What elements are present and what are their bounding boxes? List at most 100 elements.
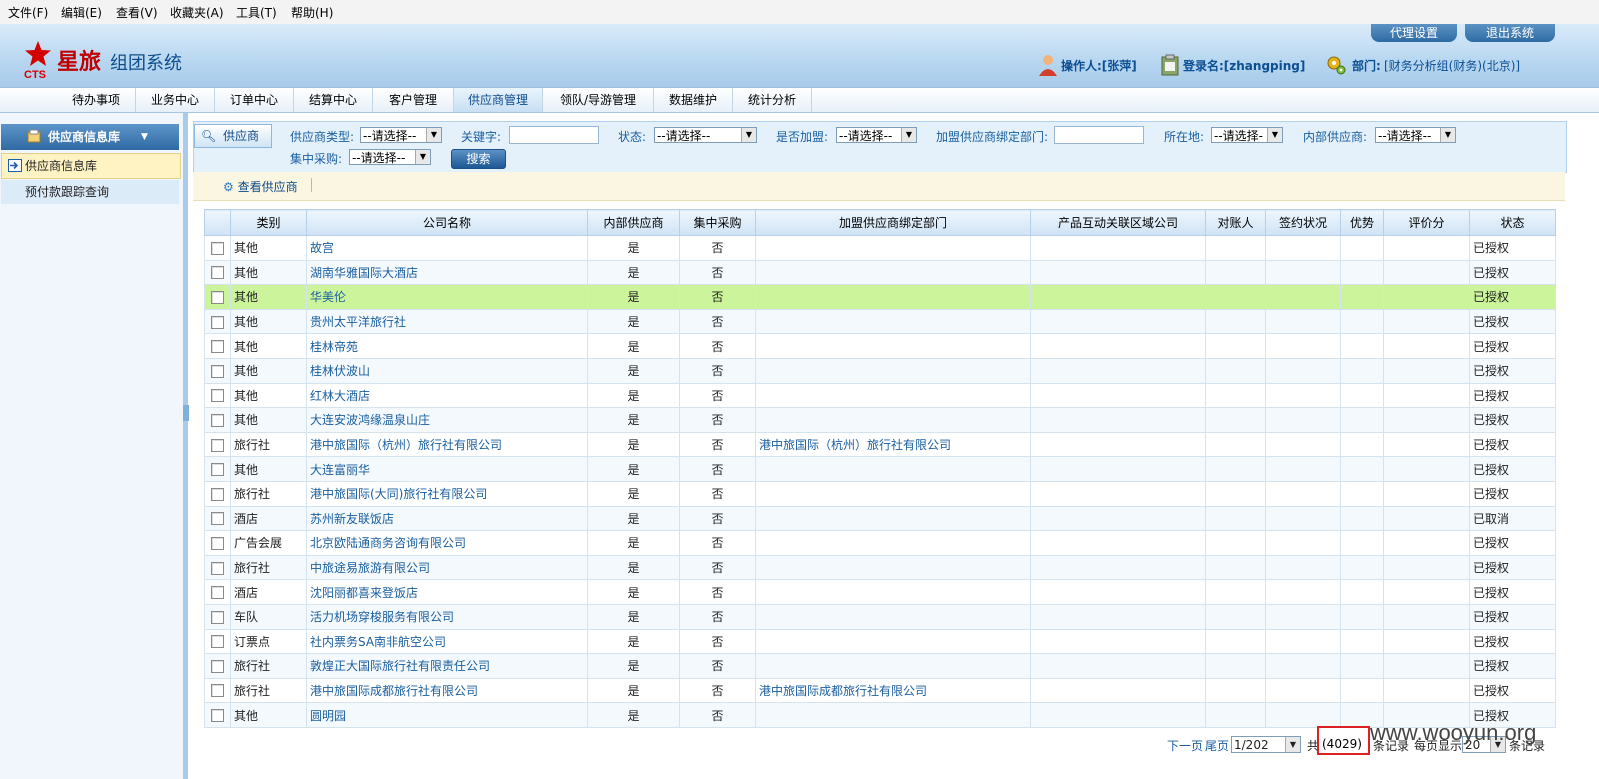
row-checkbox[interactable] [211,364,224,378]
table-row[interactable]: 其他 大连安波鸿缘温泉山庄是否 已授权 [204,407,1556,433]
keyword-input[interactable] [509,126,599,144]
tab-order-center[interactable]: 订单中心 [215,88,294,112]
cell-company-name[interactable]: 大连富丽华 [306,456,588,482]
header-contract-status[interactable]: 签约状况 [1265,209,1341,236]
row-checkbox[interactable] [211,536,224,550]
row-checkbox[interactable] [211,709,224,723]
row-checkbox[interactable] [211,586,224,600]
table-row[interactable]: 其他 桂林伏波山是否 已授权 [204,357,1556,384]
last-page-link[interactable]: 尾页 [1205,737,1229,754]
cell-company-name[interactable]: 红林大酒店 [306,382,588,409]
location-select[interactable]: --请选择- ▼ [1211,127,1283,143]
header-rating[interactable]: 评价分 [1383,209,1470,236]
header-bound-dept[interactable]: 加盟供应商绑定部门 [755,209,1031,236]
table-row[interactable]: 其他 桂林帝苑是否 已授权 [204,333,1556,359]
cell-company-name[interactable]: 桂林伏波山 [306,357,588,384]
tab-data-maintenance[interactable]: 数据维护 [654,88,733,112]
menu-tools[interactable]: 工具(T) [236,4,277,21]
header-company-name[interactable]: 公司名称 [306,209,588,236]
header-related-company[interactable]: 产品互动关联区域公司 [1030,209,1206,236]
view-supplier-button[interactable]: ⚙ 查看供应商 [223,178,298,195]
cell-company-name[interactable]: 贵州太平洋旅行社 [306,308,588,335]
row-checkbox[interactable] [211,315,224,329]
row-checkbox[interactable] [211,413,224,427]
row-checkbox[interactable] [211,659,224,673]
row-checkbox[interactable] [211,266,224,280]
table-row[interactable]: 其他 大连富丽华是否 已授权 [204,456,1556,482]
cell-company-name[interactable]: 敦煌正大国际旅行社有限责任公司 [306,653,588,679]
table-row[interactable]: 其他 圆明园是否已授权 [204,702,1556,728]
row-checkbox[interactable] [211,389,224,403]
row-checkbox[interactable] [211,610,224,624]
table-row[interactable]: 其他 华美伦是否 已授权 [204,284,1556,310]
tab-statistics[interactable]: 统计分析 [733,88,812,112]
joined-select[interactable]: --请选择-- ▼ [836,127,917,143]
row-checkbox[interactable] [211,340,224,354]
next-page-link[interactable]: 下一页 [1167,737,1203,754]
sidebar-collapse-handle[interactable] [183,405,189,421]
row-checkbox[interactable] [211,487,224,501]
cell-company-name[interactable]: 社内票务SA南非航空公司 [306,628,588,655]
page-select[interactable]: 1/202 ▼ [1231,736,1301,753]
cell-company-name[interactable]: 故宫 [306,235,588,261]
cell-company-name[interactable]: 港中旅国际（杭州）旅行社有限公司 [306,431,588,458]
cell-company-name[interactable]: 大连安波鸿缘温泉山庄 [306,407,588,433]
row-checkbox[interactable] [211,241,224,255]
agent-settings-button[interactable]: 代理设置 [1371,24,1457,42]
cell-company-name[interactable]: 北京欧陆通商务咨询有限公司 [306,530,588,556]
table-row[interactable]: 订票点 社内票务SA南非航空公司是否 已授权 [204,628,1556,655]
cell-company-name[interactable]: 华美伦 [306,284,588,310]
table-row[interactable]: 旅行社 港中旅国际(大同)旅行社有限公司是否 已授权 [204,480,1556,507]
cell-company-name[interactable]: 苏州新友联饭店 [306,505,588,532]
table-row[interactable]: 酒店 苏州新友联饭店是否 已取消 [204,505,1556,532]
header-advantage[interactable]: 优势 [1340,209,1384,236]
sidebar-item-supplier-library[interactable]: 供应商信息库 [1,153,181,179]
cell-company-name[interactable]: 桂林帝苑 [306,333,588,359]
cell-bound-dept[interactable]: 港中旅国际（杭州）旅行社有限公司 [755,431,1031,458]
menu-file[interactable]: 文件(F) [8,4,48,21]
sidebar-header[interactable]: 供应商信息库 ▼ [1,124,179,150]
internal-supplier-select[interactable]: --请选择-- ▼ [1375,127,1456,143]
cell-company-name[interactable]: 港中旅国际(大同)旅行社有限公司 [306,480,588,507]
table-row[interactable]: 其他 红林大酒店是否 已授权 [204,382,1556,409]
menu-view[interactable]: 查看(V) [116,4,158,21]
table-row[interactable]: 旅行社 中旅途易旅游有限公司是否 已授权 [204,554,1556,581]
table-row[interactable]: 其他 湖南华雅国际大酒店是否 已授权 [204,259,1556,286]
table-row[interactable]: 其他 贵州太平洋旅行社是否 已授权 [204,308,1556,335]
table-row[interactable]: 酒店 沈阳丽都喜来登饭店是否 已授权 [204,579,1556,605]
row-checkbox[interactable] [211,463,224,477]
row-checkbox[interactable] [211,438,224,452]
row-checkbox[interactable] [211,635,224,649]
cell-company-name[interactable]: 圆明园 [306,702,588,728]
table-row[interactable]: 车队 活力机场穿梭服务有限公司是否 已授权 [204,603,1556,630]
sidebar-item-prepayment-tracking[interactable]: 预付款跟踪查询 [1,180,179,204]
search-button[interactable]: 搜索 [451,149,506,169]
cell-company-name[interactable]: 沈阳丽都喜来登饭店 [306,579,588,605]
header-status[interactable]: 状态 [1469,209,1556,236]
cell-company-name[interactable]: 湖南华雅国际大酒店 [306,259,588,286]
table-row[interactable]: 其他 故宫是否 已授权 [204,235,1556,261]
table-row[interactable]: 旅行社 港中旅国际（杭州）旅行社有限公司是否港中旅国际（杭州）旅行社有限公司 已授权 [204,431,1556,458]
tab-settlement-center[interactable]: 结算中心 [294,88,373,112]
status-select[interactable]: --请选择-- ▼ [654,127,757,143]
tab-business-center[interactable]: 业务中心 [136,88,215,112]
menu-favorites[interactable]: 收藏夹(A) [170,4,224,21]
header-central-purchase[interactable]: 集中采购 [679,209,756,236]
row-checkbox[interactable] [211,290,224,304]
header-internal-supplier[interactable]: 内部供应商 [587,209,680,236]
cell-company-name[interactable]: 中旅途易旅游有限公司 [306,554,588,581]
logout-button[interactable]: 退出系统 [1465,24,1555,42]
row-checkbox[interactable] [211,561,224,575]
tab-customer-management[interactable]: 客户管理 [373,88,454,112]
central-purchase-select[interactable]: --请选择-- ▼ [349,149,431,165]
table-row[interactable]: 旅行社 港中旅国际成都旅行社有限公司是否港中旅国际成都旅行社有限公司 已授权 [204,677,1556,704]
menu-help[interactable]: 帮助(H) [291,4,333,21]
table-row[interactable]: 旅行社 敦煌正大国际旅行社有限责任公司是否 已授权 [204,653,1556,679]
table-row[interactable]: 广告会展 北京欧陆通商务咨询有限公司是否 已授权 [204,530,1556,556]
tab-supplier-management[interactable]: 供应商管理 [454,88,543,112]
menu-edit[interactable]: 编辑(E) [61,4,102,21]
cell-company-name[interactable]: 港中旅国际成都旅行社有限公司 [306,677,588,704]
header-reconciler[interactable]: 对账人 [1205,209,1266,236]
bound-dept-input[interactable] [1054,126,1144,144]
filter-tab-supplier[interactable]: 🔍︎ 供应商 [194,124,272,148]
